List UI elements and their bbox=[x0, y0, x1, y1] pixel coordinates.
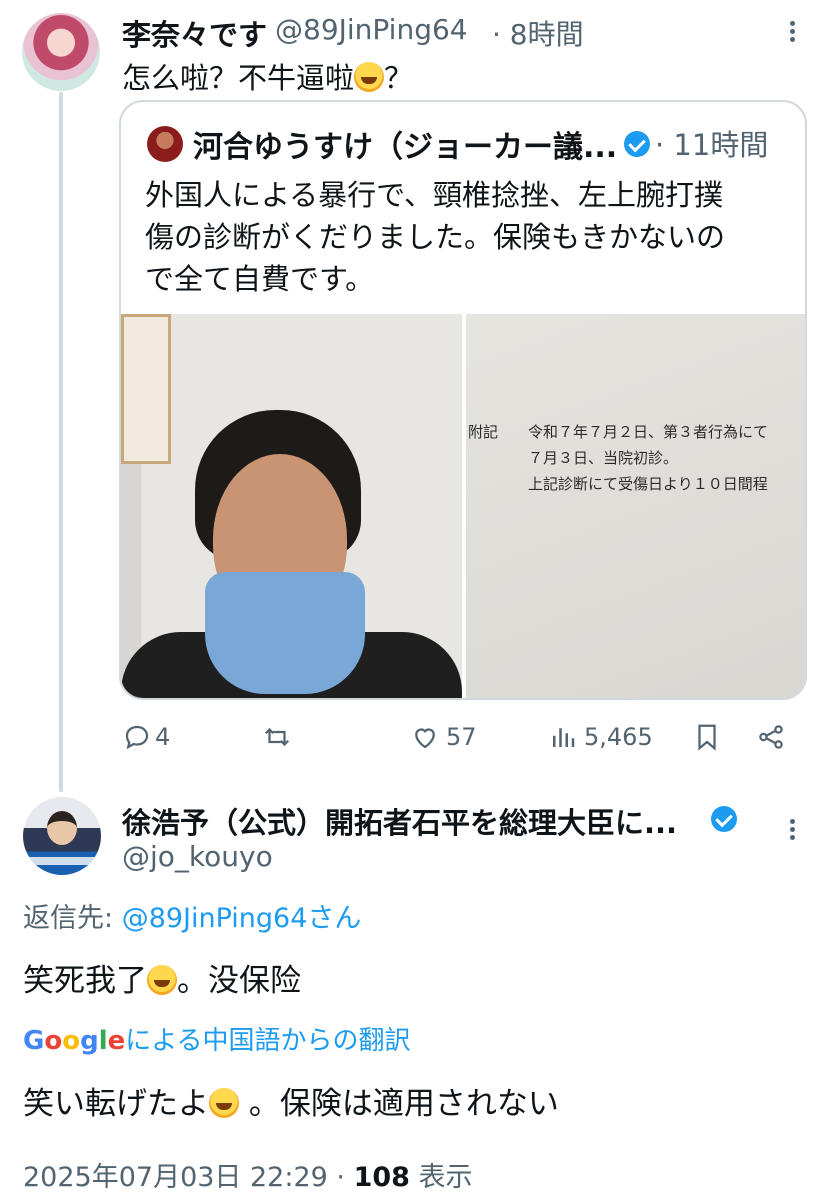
reply-to-mention[interactable]: @89JinPing64さん bbox=[122, 903, 362, 934]
retweet-icon bbox=[264, 727, 290, 747]
bookmark-button[interactable] bbox=[692, 722, 722, 752]
translation-attribution[interactable]: Googleによる中国語からの翻訳 bbox=[23, 1020, 411, 1057]
post-time[interactable]: · 8時間 bbox=[492, 13, 584, 53]
reply-button[interactable]: 4 bbox=[122, 722, 170, 752]
avatar-caption-strip bbox=[29, 857, 95, 865]
like-count: 57 bbox=[446, 723, 477, 751]
reply-count: 4 bbox=[155, 723, 171, 751]
tweet-text: 怎么啦？不牛逼啦 ？ bbox=[122, 55, 413, 97]
tweet-text-end: ？ bbox=[384, 61, 414, 95]
view-count: 5,465 bbox=[584, 723, 653, 751]
quoted-tweet-text: 外国人による暴行で、頸椎捻挫、左上腕打撲 傷の診断がくだりました。保険もきかない… bbox=[145, 178, 726, 296]
author-handle[interactable]: @jo_kouyo bbox=[122, 840, 273, 873]
verified-badge-icon bbox=[624, 131, 650, 157]
heart-icon bbox=[415, 728, 435, 749]
share-button[interactable] bbox=[756, 722, 786, 752]
photo-neck-collar bbox=[205, 572, 365, 694]
rofl-emoji-icon bbox=[354, 62, 385, 92]
reply-icon bbox=[125, 725, 149, 750]
rofl-emoji-icon bbox=[147, 965, 177, 995]
like-button[interactable]: 57 bbox=[410, 722, 477, 752]
view-count: 108 bbox=[353, 1162, 410, 1193]
quoted-author-name: 河合ゆうすけ（ジョーカー議... bbox=[193, 130, 618, 165]
views-label: 表示 bbox=[409, 1162, 473, 1193]
rofl-emoji-icon bbox=[209, 1088, 239, 1118]
author-handle[interactable]: @89JinPing64 bbox=[275, 13, 468, 46]
views-button[interactable]: 5,465 bbox=[548, 722, 653, 752]
google-logo: Google bbox=[23, 1026, 126, 1056]
reply-to-line: 返信先: @89JinPing64さん bbox=[23, 896, 361, 935]
retweet-button[interactable] bbox=[262, 722, 292, 752]
quoted-avatar bbox=[147, 126, 183, 162]
author-name[interactable]: 徐浩予（公式）開拓者石平を総理大臣に... bbox=[122, 800, 677, 842]
quoted-tweet-card[interactable]: 河合ゆうすけ（ジョーカー議... · 11時間 外国人による暴行で、頸椎捻挫、左… bbox=[119, 100, 807, 700]
post-meta: 2025年07月03日 22:29 · 108 表示 bbox=[23, 1155, 473, 1194]
translation-label: による中国語からの翻訳 bbox=[125, 1026, 411, 1056]
wall-frame bbox=[121, 314, 171, 464]
avatar[interactable] bbox=[22, 13, 100, 91]
author-name[interactable]: 李奈々です bbox=[122, 12, 267, 54]
post-timestamp[interactable]: 2025年07月03日 22:29 · bbox=[23, 1162, 354, 1193]
translated-text: 笑い転げたよ 。保険は適用されない bbox=[23, 1078, 559, 1123]
quoted-post-time: · 11時間 bbox=[655, 128, 769, 162]
bar-chart-icon bbox=[553, 728, 575, 747]
translated-text-main: 笑い転げたよ bbox=[23, 1086, 209, 1122]
thread-line bbox=[59, 92, 63, 792]
tweet-text: 笑死我了 。没保险 bbox=[23, 955, 301, 1000]
avatar[interactable] bbox=[23, 797, 101, 875]
tweet-text-main: 怎么啦？不牛逼啦 bbox=[122, 61, 355, 95]
reply-to-label: 返信先: bbox=[23, 903, 122, 934]
translated-text-end: 。保険は適用されない bbox=[239, 1086, 559, 1122]
document-text: 附記 令和７年７月２日、第３者行為にて ７月３日、当院初診。 上記診断にて受傷日… bbox=[468, 423, 769, 493]
more-options-icon[interactable] bbox=[782, 18, 802, 48]
share-icon bbox=[759, 725, 783, 749]
bookmark-icon bbox=[698, 724, 716, 751]
tweet-text-main: 笑死我了 bbox=[23, 963, 147, 999]
photo-neck-brace[interactable] bbox=[121, 314, 462, 698]
tweet-text-end: 。没保险 bbox=[177, 963, 301, 999]
action-bar: 4 57 5,465 bbox=[0, 722, 829, 758]
avatar-face bbox=[47, 811, 77, 845]
photo-medical-document[interactable]: 附記 令和７年７月２日、第３者行為にて ７月３日、当院初診。 上記診断にて受傷日… bbox=[466, 314, 805, 698]
more-options-icon[interactable] bbox=[782, 816, 802, 846]
verified-badge-icon bbox=[711, 806, 737, 832]
